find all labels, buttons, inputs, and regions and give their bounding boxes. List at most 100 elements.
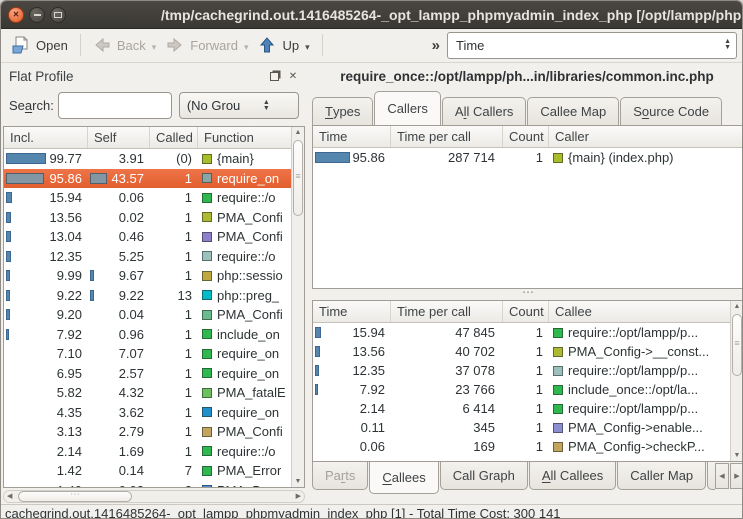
- incl-value: 9.22: [57, 288, 82, 303]
- scrollbar-thumb[interactable]: [293, 140, 303, 216]
- function-row[interactable]: 95.86 43.57 1 require_on: [4, 169, 291, 189]
- function-row[interactable]: 6.95 2.57 1 require_on: [4, 364, 291, 384]
- forward-dropdown-arrow[interactable]: [244, 38, 249, 53]
- close-button[interactable]: [8, 7, 24, 23]
- horizontal-splitter[interactable]: [312, 289, 743, 300]
- vertical-scrollbar[interactable]: [730, 301, 743, 461]
- back-dropdown-arrow[interactable]: [152, 38, 157, 53]
- time-per-call-value: 98: [391, 458, 503, 461]
- tab-scroll-right-icon[interactable]: [730, 463, 743, 489]
- column-header-caller[interactable]: Caller: [549, 126, 743, 147]
- up-button[interactable]: Up: [253, 33, 304, 57]
- open-button[interactable]: Open: [6, 33, 73, 58]
- called-count: 1: [150, 444, 198, 459]
- scroll-down-icon[interactable]: [731, 450, 743, 461]
- back-icon: [93, 36, 111, 54]
- tab[interactable]: M: [707, 462, 715, 490]
- scroll-up-icon[interactable]: [292, 127, 304, 138]
- function-row[interactable]: 9.99 9.67 1 php::sessio: [4, 266, 291, 286]
- function-row[interactable]: 1.42 0.14 7 PMA_Error: [4, 461, 291, 481]
- function-row[interactable]: 9.20 0.04 1 PMA_Confi: [4, 305, 291, 325]
- callee-row[interactable]: 0.06 169 1 PMA_Config->checkP...: [313, 437, 730, 456]
- tab[interactable]: Parts: [312, 462, 368, 490]
- event-type-combo[interactable]: Time: [447, 32, 737, 59]
- self-value: 0.02: [119, 210, 144, 225]
- self-value: 43.57: [111, 171, 144, 186]
- vertical-scrollbar[interactable]: [291, 127, 304, 487]
- column-header-callee[interactable]: Callee: [549, 301, 743, 322]
- function-row[interactable]: 7.10 7.07 1 require_on: [4, 344, 291, 364]
- dock-close-icon[interactable]: ✕: [287, 71, 299, 83]
- horizontal-scrollbar[interactable]: [3, 490, 305, 503]
- function-name: php::preg_: [217, 288, 279, 303]
- tab[interactable]: Call Graph: [440, 462, 528, 490]
- grouping-combo[interactable]: (No Grouping): [179, 92, 299, 119]
- dock-titlebar[interactable]: Flat Profile ✕: [3, 65, 305, 88]
- tab[interactable]: Callees: [369, 462, 438, 494]
- function-row[interactable]: 13.04 0.46 1 PMA_Confi: [4, 227, 291, 247]
- self-value: 4.32: [119, 385, 144, 400]
- caller-row[interactable]: 95.86 287 714 1 {main} (index.php): [313, 148, 743, 167]
- column-header-called[interactable]: Called: [150, 127, 198, 148]
- scroll-left-icon[interactable]: [7, 491, 12, 502]
- column-header-count[interactable]: Count: [503, 126, 549, 147]
- tab[interactable]: Caller Map: [617, 462, 706, 490]
- titlebar[interactable]: /tmp/cachegrind.out.1416485264-_opt_lamp…: [1, 1, 742, 29]
- float-dock-icon[interactable]: [268, 71, 280, 83]
- scrollbar-thumb[interactable]: [18, 491, 132, 502]
- function-row[interactable]: 3.13 2.79 1 PMA_Confi: [4, 422, 291, 442]
- column-header-time[interactable]: Time: [313, 126, 391, 147]
- column-header-count[interactable]: Count: [503, 301, 549, 322]
- function-row[interactable]: 15.94 0.06 1 require::/o: [4, 188, 291, 208]
- tab[interactable]: Callee Map: [527, 97, 619, 125]
- function-row[interactable]: 1.40 0.02 2 PMA_B: [4, 481, 291, 488]
- minimize-button[interactable]: [29, 7, 45, 23]
- callee-row[interactable]: 13.56 40 702 1 PMA_Config->__const...: [313, 342, 730, 361]
- callee-row[interactable]: 0.03 98 1 PMA_Co: [313, 456, 730, 461]
- callee-row[interactable]: 7.92 23 766 1 include_once::/opt/la...: [313, 380, 730, 399]
- function-name: require::/o: [217, 249, 276, 264]
- column-header-time-per-call[interactable]: Time per call: [391, 126, 503, 147]
- maximize-button[interactable]: [50, 7, 66, 23]
- column-header-incl[interactable]: Incl.: [4, 127, 88, 148]
- function-row[interactable]: 7.92 0.96 1 include_on: [4, 325, 291, 345]
- dock-title: Flat Profile: [9, 69, 74, 84]
- scroll-right-icon[interactable]: [296, 491, 301, 502]
- function-row[interactable]: 13.56 0.02 1 PMA_Confi: [4, 208, 291, 228]
- function-row[interactable]: 9.22 9.22 13 php::preg_: [4, 286, 291, 306]
- scroll-down-icon[interactable]: [292, 476, 304, 487]
- search-input[interactable]: [58, 92, 172, 119]
- function-row[interactable]: 2.14 1.69 1 require::/o: [4, 442, 291, 462]
- callee-row[interactable]: 12.35 37 078 1 require::/opt/lampp/p...: [313, 361, 730, 380]
- function-name: PMA_Confi: [217, 210, 283, 225]
- column-header-time[interactable]: Time: [313, 301, 391, 322]
- function-row[interactable]: 5.82 4.32 1 PMA_fatalE: [4, 383, 291, 403]
- tab[interactable]: Source Code: [620, 97, 722, 125]
- open-label: Open: [36, 38, 68, 53]
- back-button[interactable]: Back: [88, 33, 151, 57]
- function-row[interactable]: 12.35 5.25 1 require::/o: [4, 247, 291, 267]
- toolbar-overflow-chevron[interactable]: »: [432, 37, 440, 54]
- tab[interactable]: Types: [312, 97, 373, 125]
- column-header-function[interactable]: Function: [198, 127, 304, 148]
- time-value: 0.03: [360, 458, 385, 461]
- called-count: 13: [150, 288, 198, 303]
- tab[interactable]: All Callers: [442, 97, 527, 125]
- spinner-arrows-icon[interactable]: [724, 39, 731, 51]
- up-dropdown-arrow[interactable]: [305, 38, 310, 53]
- column-header-time-per-call[interactable]: Time per call: [391, 301, 503, 322]
- callee-row[interactable]: 0.11 345 1 PMA_Config->enable...: [313, 418, 730, 437]
- function-row[interactable]: 4.35 3.62 1 require_on: [4, 403, 291, 423]
- function-row[interactable]: 99.77 3.91 (0) {main}: [4, 149, 291, 169]
- scrollbar-thumb[interactable]: [732, 314, 742, 376]
- scroll-up-icon[interactable]: [731, 301, 743, 312]
- callee-row[interactable]: 15.94 47 845 1 require::/opt/lampp/p...: [313, 323, 730, 342]
- forward-button[interactable]: Forward: [161, 33, 243, 57]
- inclusive-cost-bar: [6, 329, 9, 340]
- tab[interactable]: All Callees: [529, 462, 616, 490]
- callee-row[interactable]: 2.14 6 414 1 require::/opt/lampp/p...: [313, 399, 730, 418]
- tab[interactable]: Callers: [374, 91, 440, 125]
- incl-value: 99.77: [49, 151, 82, 166]
- column-header-self[interactable]: Self: [88, 127, 150, 148]
- tab-scroll-left-icon[interactable]: [715, 463, 729, 489]
